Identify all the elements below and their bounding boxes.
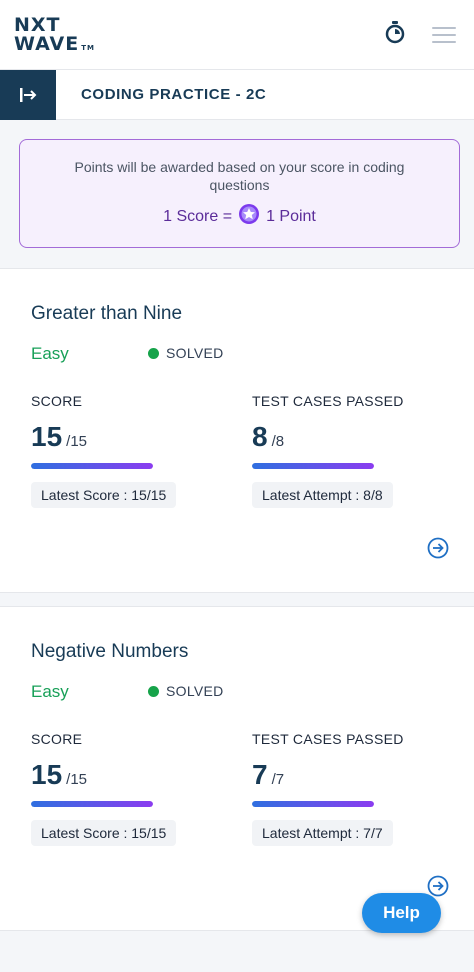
tests-progress-fill <box>252 801 374 807</box>
tests-progress-fill <box>252 463 374 469</box>
score-progress-bar <box>31 801 153 807</box>
logo-text-wave: WAVE <box>14 32 80 55</box>
status-text: SOLVED <box>166 683 224 699</box>
points-info-banner: Points will be awarded based on your sco… <box>19 139 460 248</box>
star-coin-icon <box>238 203 260 230</box>
hamburger-menu-icon[interactable] <box>432 26 456 43</box>
score-progress-bar <box>31 463 153 469</box>
score-total: /15 <box>66 771 88 788</box>
page-title: CODING PRACTICE - 2C <box>81 86 267 103</box>
arrow-right-circle-icon[interactable] <box>427 875 449 897</box>
header-actions <box>384 20 456 49</box>
logo-text-bottom: WAVE TM <box>14 32 95 55</box>
tests-progress-bar <box>252 463 374 469</box>
difficulty-label: Easy <box>31 682 69 701</box>
top-header: NXT WAVE TM <box>0 0 474 70</box>
score-number: 15 <box>31 759 63 790</box>
collapse-sidebar-button[interactable] <box>0 69 56 120</box>
difficulty-label: Easy <box>31 344 69 363</box>
solved-dot-icon <box>148 685 159 697</box>
tests-number: 7 <box>252 759 268 790</box>
status-badge: SOLVED <box>148 345 224 361</box>
collapse-sidebar-icon <box>20 87 37 102</box>
tests-number: 8 <box>252 421 268 452</box>
help-button[interactable]: Help <box>362 893 441 933</box>
formula-left: 1 Score = <box>163 207 233 225</box>
solved-dot-icon <box>148 347 159 359</box>
latest-score-pill: Latest Score : 15/15 <box>31 820 177 846</box>
tests-value: 7 /7 <box>252 759 284 791</box>
score-value: 15 /15 <box>31 421 87 453</box>
score-number: 15 <box>31 421 63 452</box>
tests-value: 8 /8 <box>252 421 284 453</box>
status-text: SOLVED <box>166 345 224 361</box>
formula-right: 1 Point <box>266 207 316 225</box>
tests-total: /7 <box>271 771 285 788</box>
question-title[interactable]: Negative Numbers <box>31 641 188 663</box>
score-progress-fill <box>31 801 153 807</box>
points-formula: 1 Score = 1 Point <box>20 203 459 230</box>
practice-subheader: CODING PRACTICE - 2C <box>0 69 474 120</box>
latest-score-pill: Latest Score : 15/15 <box>31 482 177 508</box>
arrow-right-circle-icon[interactable] <box>427 537 449 559</box>
tests-progress-bar <box>252 801 374 807</box>
latest-attempt-pill: Latest Attempt : 7/7 <box>252 820 393 846</box>
logo-text-top: NXT <box>14 13 61 36</box>
question-card[interactable]: Negative Numbers Easy SOLVED SCORE 15 /1… <box>0 606 474 931</box>
logo-trademark: TM <box>81 43 95 52</box>
score-label: SCORE <box>31 393 83 409</box>
tests-total: /8 <box>271 433 285 450</box>
banner-text: Points will be awarded based on your sco… <box>74 159 405 193</box>
score-label: SCORE <box>31 731 83 747</box>
status-badge: SOLVED <box>148 683 224 699</box>
latest-attempt-pill: Latest Attempt : 8/8 <box>252 482 393 508</box>
question-card[interactable]: Greater than Nine Easy SOLVED SCORE 15 /… <box>0 268 474 593</box>
question-title[interactable]: Greater than Nine <box>31 303 182 325</box>
tests-label: TEST CASES PASSED <box>252 731 404 747</box>
score-progress-fill <box>31 463 153 469</box>
tests-label: TEST CASES PASSED <box>252 393 404 409</box>
stopwatch-icon[interactable] <box>384 20 406 49</box>
score-value: 15 /15 <box>31 759 87 791</box>
nxtwave-logo[interactable]: NXT WAVE TM <box>14 13 95 55</box>
score-total: /15 <box>66 433 88 450</box>
